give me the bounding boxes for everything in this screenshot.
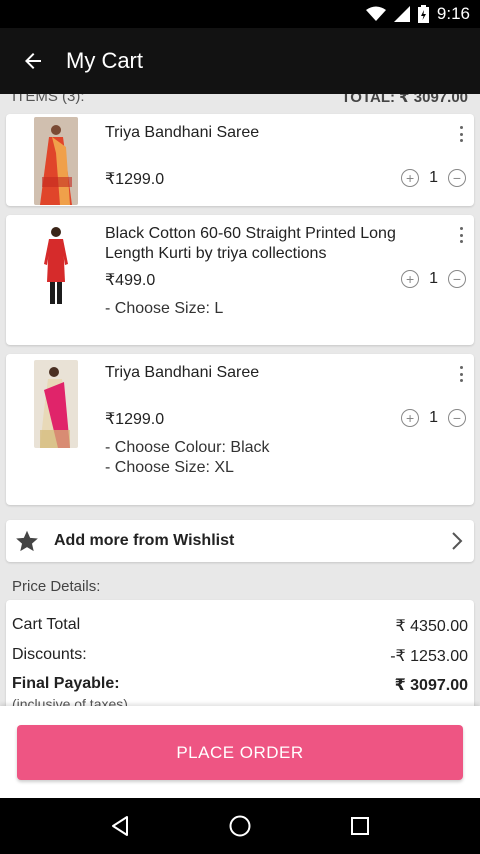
quantity-stepper: + 1 − bbox=[401, 409, 466, 427]
back-button[interactable] bbox=[0, 28, 66, 94]
quantity-value: 1 bbox=[429, 270, 438, 287]
nav-recents-icon bbox=[351, 817, 369, 835]
nav-recents-button[interactable] bbox=[336, 802, 384, 850]
nav-home-button[interactable] bbox=[216, 802, 264, 850]
arrow-back-icon bbox=[25, 53, 41, 69]
items-count-label: ITEMS (3): bbox=[12, 94, 85, 105]
cart-total-value: ₹ 4350.00 bbox=[395, 618, 468, 635]
add-from-wishlist-button[interactable]: Add more from Wishlist bbox=[6, 520, 474, 562]
nav-home-icon bbox=[229, 815, 251, 837]
quantity-value: 1 bbox=[429, 409, 438, 426]
tax-note: (inclusive of taxes) bbox=[12, 696, 128, 706]
status-time: 9:16 bbox=[436, 4, 470, 23]
item-option: - Choose Colour: Black bbox=[105, 439, 270, 456]
item-price: ₹1299.0 bbox=[105, 411, 165, 428]
system-nav-bar bbox=[0, 798, 480, 854]
minus-icon[interactable]: − bbox=[448, 169, 466, 187]
final-payable-row: Final Payable: ₹ 3097.00 bbox=[12, 675, 468, 695]
cart-item-card[interactable]: Triya Bandhani Saree ₹1299.0 + 1 − - Cho… bbox=[6, 354, 474, 505]
place-order-button[interactable]: PLACE ORDER bbox=[17, 725, 463, 780]
price-details-title: Price Details: bbox=[12, 578, 101, 595]
item-name[interactable]: Triya Bandhani Saree bbox=[105, 363, 438, 383]
chevron-right-icon bbox=[452, 532, 463, 550]
star-icon bbox=[16, 530, 38, 552]
cart-item-card[interactable]: Triya Bandhani Saree ₹1299.0 + 1 − bbox=[6, 114, 474, 206]
plus-icon[interactable]: + bbox=[401, 409, 420, 427]
discounts-row: Discounts: -₹ 1253.00 bbox=[12, 646, 468, 666]
cart-total-label: Cart Total bbox=[12, 616, 81, 633]
wishlist-label: Add more from Wishlist bbox=[54, 532, 235, 549]
plus-icon[interactable]: + bbox=[401, 169, 420, 187]
product-image[interactable] bbox=[34, 360, 78, 448]
app-bar: My Cart bbox=[0, 28, 480, 94]
checkout-footer: PLACE ORDER bbox=[0, 706, 480, 798]
quantity-value: 1 bbox=[429, 169, 438, 186]
item-more-button[interactable] bbox=[454, 225, 468, 245]
minus-icon[interactable]: − bbox=[448, 270, 466, 288]
item-more-button[interactable] bbox=[454, 124, 468, 144]
price-details-card: Cart Total ₹ 4350.00 Discounts: -₹ 1253.… bbox=[6, 600, 474, 706]
minus-icon[interactable]: − bbox=[448, 409, 466, 427]
item-name[interactable]: Black Cotton 60-60 Straight Printed Long… bbox=[105, 224, 438, 264]
battery-charging-icon bbox=[417, 5, 429, 23]
item-price: ₹499.0 bbox=[105, 272, 156, 289]
item-price: ₹1299.0 bbox=[105, 171, 165, 188]
item-option: - Choose Size: L bbox=[105, 300, 224, 317]
plus-icon[interactable]: + bbox=[401, 270, 420, 288]
product-image[interactable] bbox=[34, 117, 78, 205]
item-option: - Choose Size: XL bbox=[105, 459, 234, 476]
final-payable-value: ₹ 3097.00 bbox=[394, 677, 468, 694]
final-payable-label: Final Payable: bbox=[12, 675, 120, 692]
discounts-label: Discounts: bbox=[12, 646, 87, 663]
quantity-stepper: + 1 − bbox=[401, 169, 466, 187]
cart-total-row: Cart Total ₹ 4350.00 bbox=[12, 616, 468, 636]
quantity-stepper: + 1 − bbox=[401, 270, 466, 288]
page-title: My Cart bbox=[66, 48, 143, 73]
product-image[interactable] bbox=[34, 222, 78, 310]
nav-back-button[interactable] bbox=[96, 802, 144, 850]
cart-total-label: TOTAL: ₹ 3097.00 bbox=[341, 94, 468, 106]
status-bar: 9:16 bbox=[0, 0, 480, 28]
wifi-icon bbox=[365, 6, 386, 21]
cart-summary-header: ITEMS (3): TOTAL: ₹ 3097.00 bbox=[12, 94, 468, 108]
signal-icon bbox=[393, 6, 410, 22]
cart-content[interactable]: ITEMS (3): TOTAL: ₹ 3097.00 Triya Bandha… bbox=[0, 94, 480, 706]
cart-item-card[interactable]: Black Cotton 60-60 Straight Printed Long… bbox=[6, 215, 474, 345]
discounts-value: -₹ 1253.00 bbox=[390, 648, 468, 665]
nav-back-icon bbox=[112, 816, 128, 836]
item-name[interactable]: Triya Bandhani Saree bbox=[105, 123, 438, 143]
item-more-button[interactable] bbox=[454, 364, 468, 384]
